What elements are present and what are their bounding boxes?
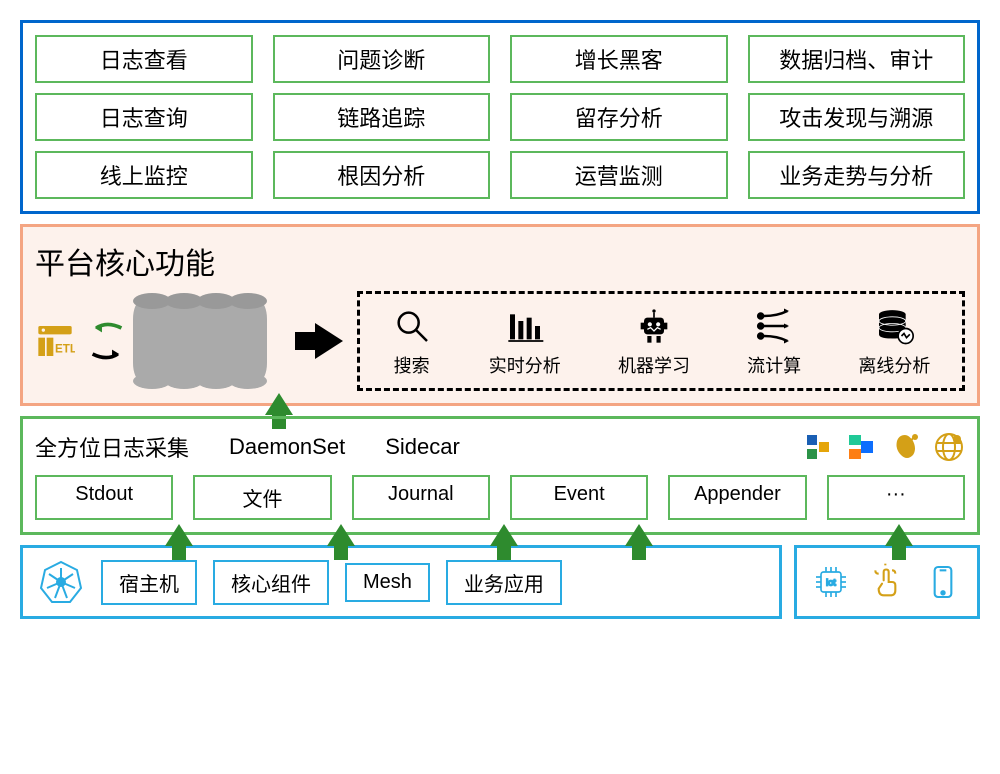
edge-infra-box: iot	[794, 545, 980, 619]
infra-host: 宿主机	[101, 560, 197, 605]
app-trend: 业务走势与分析	[748, 151, 966, 199]
app-log-query: 日志查询	[35, 93, 253, 141]
infra-mesh: Mesh	[345, 563, 430, 602]
vendor-icons	[801, 431, 965, 463]
up-arrow-icon	[265, 393, 293, 415]
src-appender: Appender	[668, 475, 806, 520]
cap-ml-label: 机器学习	[618, 352, 690, 378]
swap-arrows	[89, 318, 125, 364]
cap-ml: 机器学习	[618, 304, 690, 378]
globe-icon	[933, 431, 965, 463]
etl-server-icon: ETL	[35, 321, 75, 361]
app-diagnosis: 问题诊断	[273, 35, 491, 83]
arrow-left-icon	[89, 318, 125, 338]
logo-blocks-icon	[801, 431, 833, 463]
app-log-view: 日志查看	[35, 35, 253, 83]
database-analytics-icon	[874, 304, 914, 348]
iot-chip-icon: iot	[811, 562, 851, 602]
etl-group: ETL	[35, 321, 75, 361]
up-arrow-icon	[885, 524, 913, 546]
up-arrow-icon	[625, 524, 653, 546]
app-retention: 留存分析	[510, 93, 728, 141]
svg-text:iot: iot	[826, 577, 836, 587]
app-attack: 攻击发现与溯源	[748, 93, 966, 141]
stream-icon	[754, 304, 794, 348]
src-stdout: Stdout	[35, 475, 173, 520]
collect-title: 全方位日志采集	[35, 431, 189, 463]
src-more: ···	[827, 475, 965, 520]
arrow-right-icon	[89, 344, 125, 364]
bar-chart-icon	[505, 304, 545, 348]
cap-search: 搜索	[392, 304, 432, 378]
src-event: Event	[510, 475, 648, 520]
k8s-infra-box: 宿主机 核心组件 Mesh 业务应用	[20, 545, 782, 619]
src-file: 文件	[193, 475, 331, 520]
app-tracing: 链路追踪	[273, 93, 491, 141]
applications-layer: 日志查看 问题诊断 增长黑客 数据归档、审计 日志查询 链路追踪 留存分析 攻击…	[20, 20, 980, 214]
robot-icon	[634, 304, 674, 348]
up-arrow-icon	[327, 524, 355, 546]
capabilities-box: 搜索 实时分析 机器学习 流计算	[357, 291, 965, 391]
collect-mode-sidecar: Sidecar	[385, 434, 460, 460]
up-arrow-icon	[165, 524, 193, 546]
cap-stream-label: 流计算	[747, 352, 801, 378]
svg-text:ETL: ETL	[55, 343, 75, 356]
cap-offline: 离线分析	[858, 304, 930, 378]
up-arrow-icon	[490, 524, 518, 546]
mobile-icon	[923, 562, 963, 602]
database-icon	[139, 301, 267, 381]
infra-app: 业务应用	[446, 560, 562, 605]
logo-hive-icon	[889, 431, 921, 463]
infra-core: 核心组件	[213, 560, 329, 605]
collection-layer: 全方位日志采集 DaemonSet Sidecar Stdout 文件 Jour…	[20, 416, 980, 535]
arrow-right-big-icon	[315, 323, 343, 359]
src-journal: Journal	[352, 475, 490, 520]
collect-mode-daemonset: DaemonSet	[229, 434, 345, 460]
touch-icon	[867, 562, 907, 602]
cap-realtime-label: 实时分析	[489, 352, 561, 378]
cap-search-label: 搜索	[394, 352, 430, 378]
core-title: 平台核心功能	[35, 239, 965, 283]
cap-stream: 流计算	[747, 304, 801, 378]
app-archive: 数据归档、审计	[748, 35, 966, 83]
logo-elastic-icon	[845, 431, 877, 463]
cap-offline-label: 离线分析	[858, 352, 930, 378]
kubernetes-icon	[37, 558, 85, 606]
search-icon	[392, 304, 432, 348]
core-layer: 平台核心功能 ETL	[20, 224, 980, 406]
app-monitor: 线上监控	[35, 151, 253, 199]
app-growth: 增长黑客	[510, 35, 728, 83]
app-ops: 运营监测	[510, 151, 728, 199]
cap-realtime: 实时分析	[489, 304, 561, 378]
app-rootcause: 根因分析	[273, 151, 491, 199]
